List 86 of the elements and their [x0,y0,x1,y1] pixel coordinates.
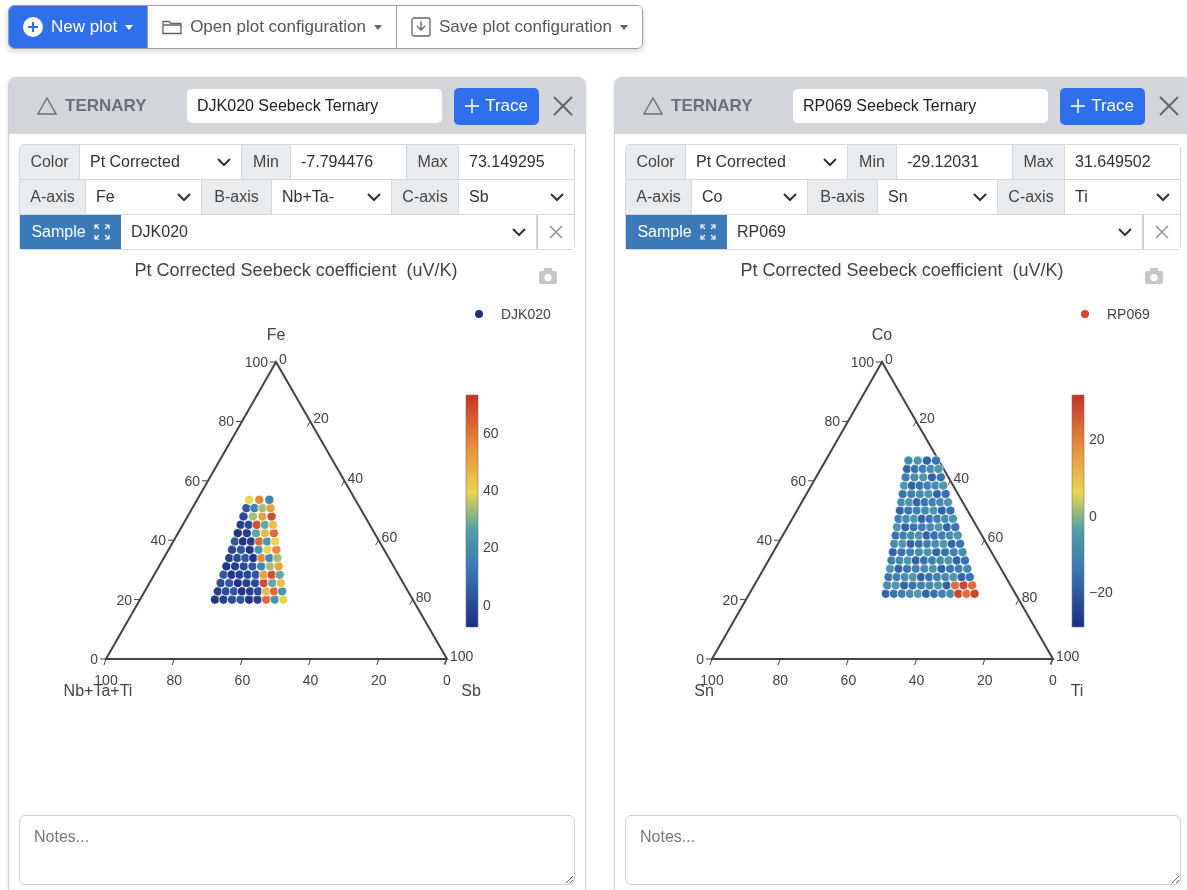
axis-tick-label: 20 [116,591,132,608]
toolbar-button[interactable]: Open plot configuration [147,6,396,48]
notes-field[interactable]: Notes... [19,815,575,885]
axis-tick-label: 0 [90,651,98,667]
axis-tick-label: 100 [850,354,874,370]
axis-tick-label: 0 [443,672,451,688]
plus-circle-icon [23,17,43,37]
legend-label[interactable]: RP069 [1107,306,1150,322]
axis-tick-label: 80 [218,413,234,430]
caret-icon [619,24,628,30]
toolbar-button[interactable]: Save plot configuration [395,6,642,48]
plus-icon [465,99,480,113]
colorbar-tick-label: 60 [483,424,499,441]
caret-icon [125,24,134,30]
axis-tick-label: 80 [166,672,182,688]
notes-field[interactable]: Notes... [625,815,1181,885]
axis-tick-label: 20 [722,591,738,608]
axis-tick-label: 20 [313,410,329,427]
axis-tick-label: 60 [234,672,251,688]
axis-tick-label: 60 [790,472,806,489]
caret-icon [373,24,382,30]
close-icon [553,96,573,116]
expand-icon [699,224,716,240]
triangle-icon [643,97,663,115]
axis-tick-label: 0 [279,351,287,367]
close-icon [549,225,563,239]
close-icon [1155,225,1169,239]
axis-tick-label: 40 [150,532,166,549]
axis-title: Fe [266,326,286,343]
download-icon [410,17,431,37]
axis-tick-label: 40 [908,672,925,688]
axis-tick-label: 40 [347,469,363,486]
axis-tick-label: 20 [977,672,993,688]
axis-tick-label: 20 [371,672,387,688]
chevron-down-icon [512,227,526,237]
axis-tick-label: 60 [840,672,857,688]
colorbar-tick-label: 0 [1089,507,1097,524]
clear-button[interactable] [1143,215,1180,249]
axis-tick-label: 100 [244,354,268,370]
camera-icon[interactable] [1145,268,1163,284]
axis-tick-label: 60 [184,472,200,489]
axis-tick-label: 80 [772,672,788,688]
expand-icon [93,224,110,240]
plot-title-field[interactable]: DJK020 Seebeck Ternary [187,89,443,123]
colorbar-tick-label: −20 [1089,584,1113,601]
axis-tick-label: 80 [415,588,432,605]
axis-tick-label: 80 [1021,588,1038,605]
axis-title: Ti [1070,682,1084,699]
add-trace-button[interactable]: Trace [1060,87,1145,125]
axis-tick-label: 60 [987,529,1004,546]
axis-tick-label: 0 [696,651,704,667]
legend-label[interactable]: DJK020 [501,306,551,322]
axis-tick-label: 0 [1049,672,1057,688]
close-button[interactable] [551,94,575,118]
axis-tick-label: 40 [953,469,969,486]
toolbar-button[interactable]: New plot [9,6,148,48]
folder-icon [162,19,183,35]
plot-title-field[interactable]: RP069 Seebeck Ternary [793,89,1049,123]
colorbar-tick-label: 20 [1089,431,1105,448]
sample-label[interactable]: Sample [626,215,727,249]
close-button[interactable] [1157,94,1181,118]
plot-title: Pt Corrected Seebeck coefficient (uV/K) [134,260,458,280]
axis-tick-label: 80 [824,413,840,430]
axis-tick-label: 0 [885,351,893,367]
colorbar-tick-label: 0 [483,596,491,613]
plot-type-label: TERNARY [65,96,147,116]
add-trace-button[interactable]: Trace [454,87,539,125]
plus-icon [1071,99,1086,113]
camera-icon[interactable] [539,268,557,284]
chevron-down-icon [1118,227,1132,237]
axis-title: Co [871,326,893,343]
axis-tick-label: 40 [756,532,772,549]
triangle-icon [37,97,57,115]
colorbar-tick-label: 40 [483,482,499,498]
sample-label[interactable]: Sample [20,215,121,249]
plot-title: Pt Corrected Seebeck coefficient (uV/K) [740,260,1064,280]
axis-tick-label: 40 [302,672,319,688]
axis-tick-label: 100 [1056,648,1080,664]
axis-tick-label: 20 [919,410,935,427]
plot-type-label: TERNARY [671,96,753,116]
axis-tick-label: 60 [381,529,398,546]
colorbar-tick-label: 20 [483,539,499,556]
clear-button[interactable] [537,215,574,249]
close-icon [1159,96,1179,116]
axis-title: Sb [461,682,481,699]
axis-tick-label: 100 [450,648,474,664]
